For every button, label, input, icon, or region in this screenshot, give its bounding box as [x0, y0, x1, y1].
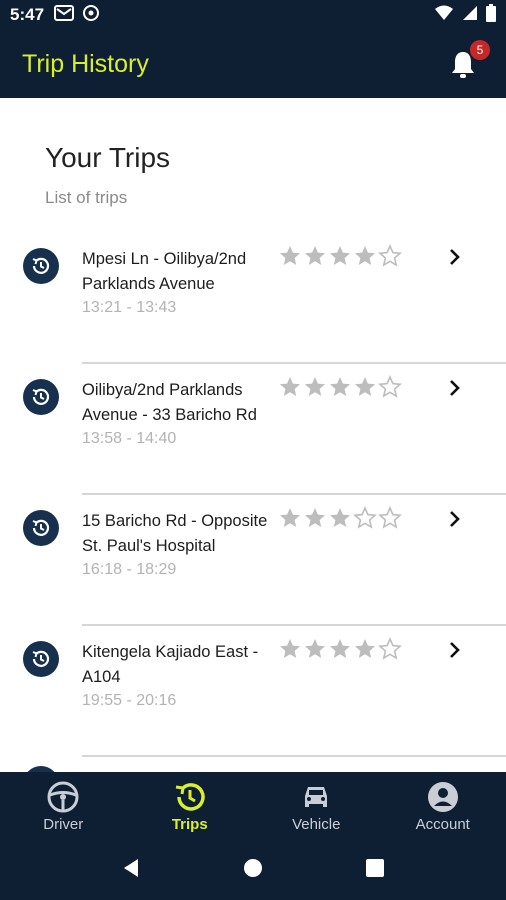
history-icon — [23, 248, 59, 284]
nav-trips-label: Trips — [171, 816, 208, 833]
star-filled-icon — [330, 246, 350, 265]
star-filled-icon — [355, 377, 375, 396]
trip-time: 19:55 - 20:16 — [82, 692, 177, 709]
history-icon — [23, 641, 59, 677]
chevron-right-icon[interactable] — [446, 246, 464, 268]
system-navigation-bar — [0, 840, 506, 900]
star-filled-icon — [305, 377, 325, 396]
history-icon — [23, 379, 59, 415]
nav-trips[interactable]: Trips — [127, 772, 254, 840]
section-subheading: List of trips — [45, 188, 128, 207]
star-filled-icon — [330, 377, 350, 396]
history-icon — [23, 510, 59, 546]
steering-wheel-icon — [47, 781, 79, 813]
trip-row[interactable]: 15 Baricho Rd - Opposite St. Paul's Hosp… — [0, 495, 506, 626]
trip-rating — [278, 637, 402, 661]
status-bar: 5:47 — [0, 0, 506, 30]
nav-vehicle[interactable]: Vehicle — [253, 772, 380, 840]
star-empty-icon — [378, 637, 402, 660]
home-button[interactable] — [242, 857, 264, 884]
back-icon — [124, 858, 138, 877]
nav-account-label: Account — [415, 816, 470, 833]
star-empty-icon — [378, 375, 402, 398]
sync-icon — [82, 4, 100, 27]
star-filled-icon — [355, 639, 375, 658]
star-filled-icon — [280, 639, 300, 658]
gmail-icon — [54, 4, 75, 26]
star-filled-icon — [305, 639, 325, 658]
notifications-button[interactable]: 5 — [450, 40, 490, 82]
account-icon — [427, 782, 458, 812]
star-filled-icon — [355, 246, 375, 265]
trip-route: Oilibya/2nd Parklands Avenue - 33 Barich… — [82, 381, 257, 424]
app-bar: Trip History 5 — [0, 30, 506, 98]
signal-icon — [462, 5, 478, 26]
trip-route: Mpesi Ln - Oilibya/2nd Parklands Avenue — [82, 250, 247, 293]
star-filled-icon — [280, 508, 300, 527]
status-time: 5:47 — [10, 5, 45, 24]
wifi-icon — [434, 5, 454, 26]
nav-driver-label: Driver — [43, 816, 84, 833]
chevron-right-icon[interactable] — [446, 377, 464, 399]
star-filled-icon — [305, 508, 325, 527]
trip-row[interactable]: Mpesi Ln - Oilibya/2nd Parklands Avenue … — [0, 233, 506, 364]
car-icon — [305, 787, 328, 807]
history-icon — [175, 783, 205, 811]
star-filled-icon — [330, 508, 350, 527]
nav-driver[interactable]: Driver — [0, 772, 127, 840]
nav-account[interactable]: Account — [380, 772, 506, 840]
battery-icon — [486, 3, 496, 27]
bottom-navigation: Driver Trips Vehicle Account — [0, 772, 506, 840]
star-filled-icon — [280, 377, 300, 396]
back-button[interactable] — [120, 857, 142, 884]
chevron-right-icon[interactable] — [446, 508, 464, 530]
trip-rating — [278, 506, 402, 530]
trip-route: 15 Baricho Rd - Opposite St. Paul's Hosp… — [82, 512, 268, 555]
nav-vehicle-label: Vehicle — [292, 816, 341, 833]
trip-rating — [278, 244, 402, 268]
trip-rating — [278, 375, 402, 399]
star-filled-icon — [280, 246, 300, 265]
row-divider — [82, 755, 506, 757]
star-empty-icon — [378, 506, 402, 529]
star-empty-icon — [378, 244, 402, 267]
page-title: Trip History — [22, 49, 149, 78]
home-icon — [244, 858, 262, 877]
trip-route: Kitengela Kajiado East - A104 — [82, 643, 259, 686]
star-filled-icon — [305, 246, 325, 265]
recents-icon — [366, 858, 384, 877]
trip-time: 13:21 - 13:43 — [82, 299, 177, 316]
trip-time: 13:58 - 14:40 — [82, 430, 177, 447]
trip-row[interactable]: Oilibya/2nd Parklands Avenue - 33 Barich… — [0, 364, 506, 495]
chevron-right-icon[interactable] — [446, 639, 464, 661]
star-filled-icon — [330, 639, 350, 658]
trip-time: 16:18 - 18:29 — [82, 561, 177, 578]
section-heading: Your Trips — [45, 142, 171, 173]
trip-list-screen: Your Trips List of trips Mpesi Ln - Oili… — [0, 98, 506, 772]
trip-row[interactable]: Kitengela Kajiado East - A104 19:55 - 20… — [0, 626, 506, 757]
recents-button[interactable] — [364, 857, 386, 884]
notification-badge: 5 — [470, 40, 490, 60]
star-empty-icon — [353, 506, 377, 529]
